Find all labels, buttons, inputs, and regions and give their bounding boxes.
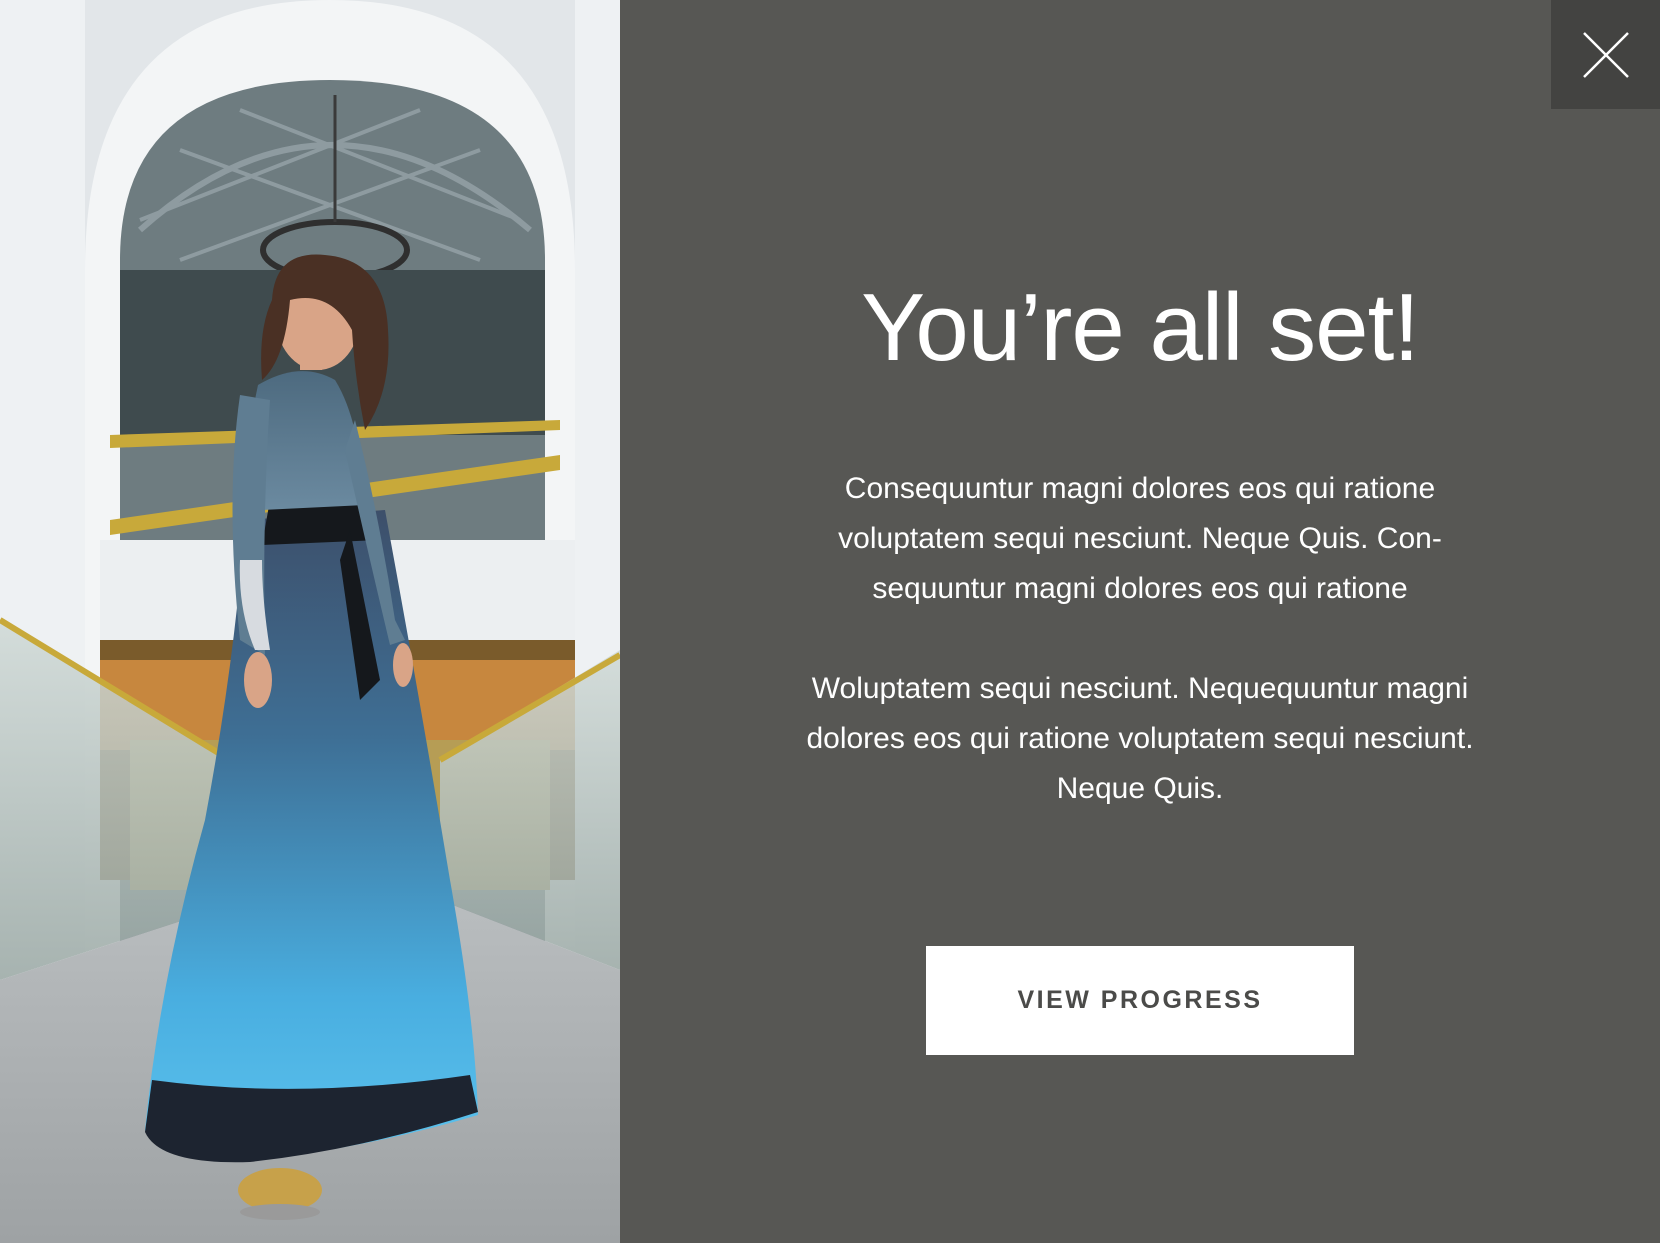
dialog-title: You’re all set! bbox=[861, 274, 1420, 381]
dialog-paragraph-1: Consequuntur magni dolores eos qui ratio… bbox=[838, 472, 1442, 605]
onboarding-complete-dialog: You’re all set! Consequuntur magni dolor… bbox=[0, 0, 1660, 1243]
hero-photo bbox=[0, 0, 620, 1243]
close-button[interactable] bbox=[1551, 0, 1660, 109]
view-progress-button[interactable]: VIEW PROGRESS bbox=[926, 946, 1354, 1055]
close-icon bbox=[1582, 31, 1629, 78]
photo-illustration bbox=[0, 0, 620, 1243]
dialog-panel: You’re all set! Consequuntur magni dolor… bbox=[620, 0, 1660, 1243]
dialog-paragraph-2: Woluptatem sequi nesciunt. Nequequuntur … bbox=[806, 672, 1474, 805]
